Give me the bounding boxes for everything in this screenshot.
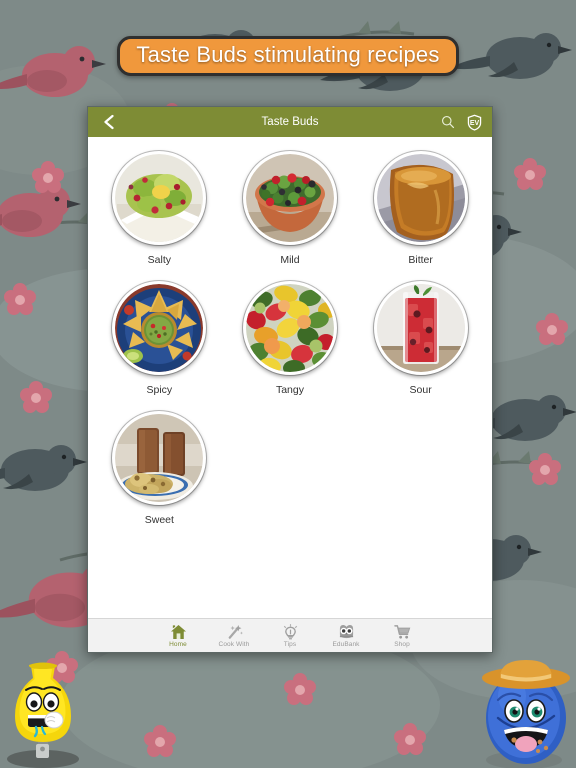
grid-item-thumbnail	[112, 411, 207, 505]
lightbulb-icon	[283, 623, 297, 639]
green-salad-plate-image	[115, 154, 204, 242]
app-logo-button[interactable]: EV	[467, 114, 482, 131]
chopped-salad-terracotta-bowl-image	[245, 154, 334, 242]
grid-item-label: Tangy	[275, 384, 304, 396]
tab-label: Tips	[283, 640, 297, 648]
grid-item-label: Spicy	[146, 384, 173, 396]
grid-item-bitter[interactable]: Bitter	[355, 151, 486, 266]
tab-edubank[interactable]: EduBank	[318, 624, 374, 648]
yellow-lamp-character	[7, 662, 79, 768]
magic-wand-icon	[228, 624, 243, 639]
grid-item-salty[interactable]: Salty	[94, 151, 225, 266]
grid-item-thumbnail	[373, 281, 468, 375]
page-title-banner: Taste Buds stimulating recipes	[117, 36, 459, 76]
grid-item-mild[interactable]: Mild	[225, 151, 356, 266]
tab-cook-with[interactable]: Cook With	[206, 624, 262, 648]
grid-item-spicy[interactable]: Spicy	[94, 281, 225, 396]
shield-logo-icon: EV	[467, 114, 482, 131]
mixed-colorful-vegetables-image	[245, 284, 334, 372]
app-header: Taste Buds EV	[88, 107, 492, 137]
chocolate-drinks-dessert-plate-image	[115, 414, 204, 502]
grid-item-label: Sweet	[144, 514, 174, 526]
red-iced-drink-glass-image	[376, 284, 465, 372]
guacamole-tortilla-chips-blue-plate-image	[115, 284, 204, 372]
owl-icon	[339, 624, 353, 638]
grid-item-label: Mild	[280, 254, 300, 266]
grid-item-label: Bitter	[408, 254, 433, 266]
taste-grid: Salty Mild Bitter Spicy Tangy Sour Sweet	[94, 151, 486, 541]
tab-home[interactable]: Home	[150, 624, 206, 648]
chevron-left-icon	[104, 114, 114, 130]
grid-item-sour[interactable]: Sour	[355, 281, 486, 396]
search-button[interactable]	[441, 115, 455, 129]
content-area: Salty Mild Bitter Spicy Tangy Sour Sweet	[88, 137, 492, 618]
home-icon	[170, 624, 186, 639]
header-actions: EV	[441, 114, 482, 131]
grid-item-thumbnail	[112, 281, 207, 375]
tab-label: Home	[169, 640, 187, 648]
tab-label: Shop	[394, 640, 410, 648]
blue-hat-character	[482, 660, 570, 768]
grid-item-sweet[interactable]: Sweet	[94, 411, 225, 526]
page-title: Taste Buds	[261, 116, 319, 128]
app-window: Taste Buds EV Salty Mild Bitter Spicy Ta…	[87, 106, 493, 653]
grid-item-tangy[interactable]: Tangy	[225, 281, 356, 396]
search-icon	[442, 116, 455, 129]
tab-tips[interactable]: Tips	[262, 623, 318, 648]
grid-item-thumbnail	[242, 151, 337, 245]
tab-label: Cook With	[218, 640, 250, 648]
grid-item-thumbnail	[112, 151, 207, 245]
shopping-cart-icon	[393, 624, 410, 639]
grid-item-thumbnail	[242, 281, 337, 375]
amber-drink-glass-image	[376, 154, 465, 242]
grid-item-label: Sour	[409, 384, 432, 396]
banner-container: Taste Buds stimulating recipes	[0, 36, 576, 76]
tab-shop[interactable]: Shop	[374, 624, 430, 648]
back-button[interactable]	[98, 111, 120, 133]
grid-item-thumbnail	[373, 151, 468, 245]
svg-text:EV: EV	[470, 120, 480, 127]
grid-item-label: Salty	[147, 254, 171, 266]
tab-label: EduBank	[332, 640, 360, 648]
bottom-tab-bar: Home Cook With Tips EduBank Shop	[88, 618, 492, 652]
